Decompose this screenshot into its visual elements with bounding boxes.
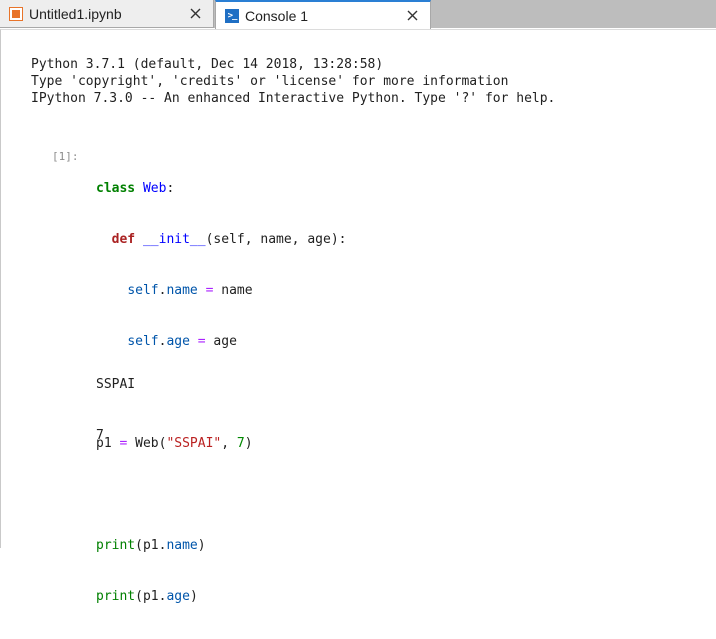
code-line: print(p1.age) <box>96 589 198 604</box>
tab-label: Console 1 <box>245 7 309 24</box>
input-prompt: [1]: <box>52 150 79 163</box>
cell-output: SSPAI 7 <box>96 342 135 478</box>
output-line: SSPAI <box>96 377 136 392</box>
code-line: self.name = name <box>127 283 253 298</box>
banner-line: Type 'copyright', 'credits' or 'license'… <box>31 74 509 89</box>
tab-untitled-notebook[interactable]: Untitled1.ipynb <box>0 0 214 28</box>
tab-bar: Untitled1.ipynb >_ Console 1 <box>0 0 716 29</box>
close-icon[interactable] <box>405 9 419 23</box>
banner-line: IPython 7.3.0 -- An enhanced Interactive… <box>31 91 556 106</box>
code-line: def __init__(self, name, age): <box>111 232 347 247</box>
notebook-icon <box>9 6 23 21</box>
tab-console[interactable]: >_ Console 1 <box>215 0 431 29</box>
banner-line: Python 3.7.1 (default, Dec 14 2018, 13:2… <box>31 57 384 72</box>
console-icon: >_ <box>225 8 239 23</box>
close-icon[interactable] <box>188 7 202 21</box>
console-banner: Python 3.7.1 (default, Dec 14 2018, 13:2… <box>31 56 555 107</box>
code-line: class Web: <box>96 181 175 196</box>
tab-label: Untitled1.ipynb <box>29 5 122 22</box>
code-line: print(p1.name) <box>96 538 206 553</box>
output-line: 7 <box>96 428 104 443</box>
console-panel[interactable]: Python 3.7.1 (default, Dec 14 2018, 13:2… <box>0 29 716 604</box>
